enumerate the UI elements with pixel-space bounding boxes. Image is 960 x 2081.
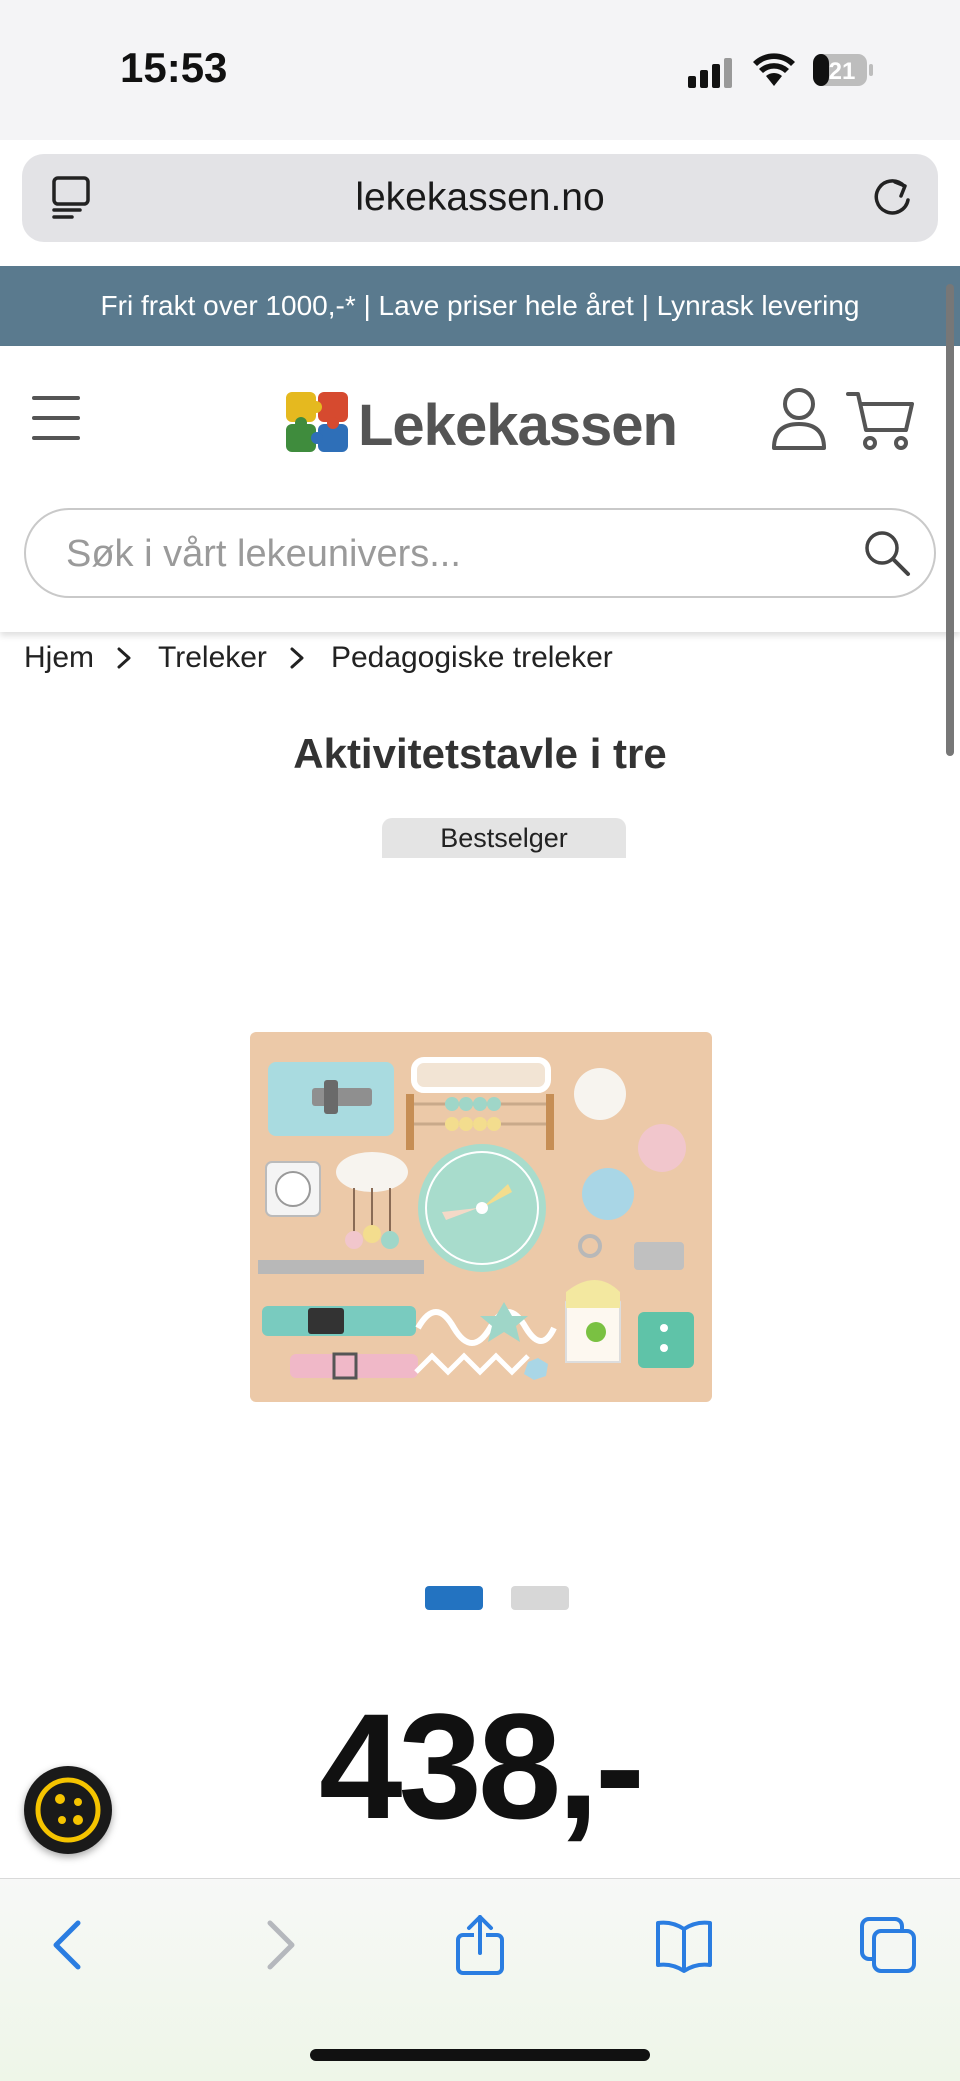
puzzle-logo-icon xyxy=(286,392,348,452)
cookie-settings-button[interactable] xyxy=(24,1766,112,1854)
search-box[interactable] xyxy=(24,508,936,598)
menu-icon[interactable] xyxy=(32,396,82,440)
tabs-overview-icon[interactable] xyxy=(858,1915,918,1975)
share-icon[interactable] xyxy=(450,1915,510,1975)
image-carousel-indicators xyxy=(425,1586,569,1610)
home-indicator xyxy=(310,2049,650,2061)
search-icon[interactable] xyxy=(862,528,912,578)
cookie-icon xyxy=(35,1777,101,1843)
bookmarks-icon[interactable] xyxy=(654,1915,714,1975)
product-title: Aktivitetstavle i tre xyxy=(293,730,667,777)
breadcrumb-item-home[interactable]: Hjem xyxy=(24,641,94,675)
wifi-icon xyxy=(753,53,795,86)
url-text[interactable]: lekekassen.no xyxy=(22,176,938,220)
bestseller-badge: Bestselger xyxy=(382,818,626,858)
search-input[interactable] xyxy=(66,530,846,578)
chevron-right-icon xyxy=(117,647,131,669)
product-image[interactable] xyxy=(250,1032,712,1402)
battery-level: 21 xyxy=(829,58,856,85)
breadcrumb-item-treleker[interactable]: Treleker xyxy=(158,641,267,675)
forward-icon[interactable] xyxy=(248,1915,308,1975)
status-bar: 15:53 21 xyxy=(0,0,960,140)
breadcrumb: Hjem Treleker Pedagogiske treleker xyxy=(24,638,613,678)
back-icon[interactable] xyxy=(40,1915,100,1975)
cart-icon[interactable] xyxy=(846,388,916,452)
browser-toolbar xyxy=(0,1878,960,2081)
product-price: 438,- xyxy=(319,1682,645,1850)
site-logo[interactable]: Lekekassen xyxy=(284,388,684,458)
breadcrumb-item-pedagogiske[interactable]: Pedagogiske treleker xyxy=(331,641,613,675)
promo-banner: Fri frakt over 1000,-* | Lave priser hel… xyxy=(0,266,960,346)
carousel-dot-2[interactable] xyxy=(511,1586,569,1610)
status-time: 15:53 xyxy=(120,44,228,91)
address-bar[interactable]: lekekassen.no xyxy=(22,154,938,242)
site-header: Lekekassen xyxy=(0,346,960,632)
user-icon[interactable] xyxy=(770,386,828,452)
scroll-indicator[interactable] xyxy=(946,284,954,756)
signal-icon xyxy=(688,58,734,88)
carousel-dot-1[interactable] xyxy=(425,1586,483,1610)
chevron-right-icon xyxy=(290,647,304,669)
reload-icon[interactable] xyxy=(868,174,916,222)
logo-text: Lekekassen xyxy=(358,393,678,458)
battery-icon: 21 xyxy=(813,54,873,86)
